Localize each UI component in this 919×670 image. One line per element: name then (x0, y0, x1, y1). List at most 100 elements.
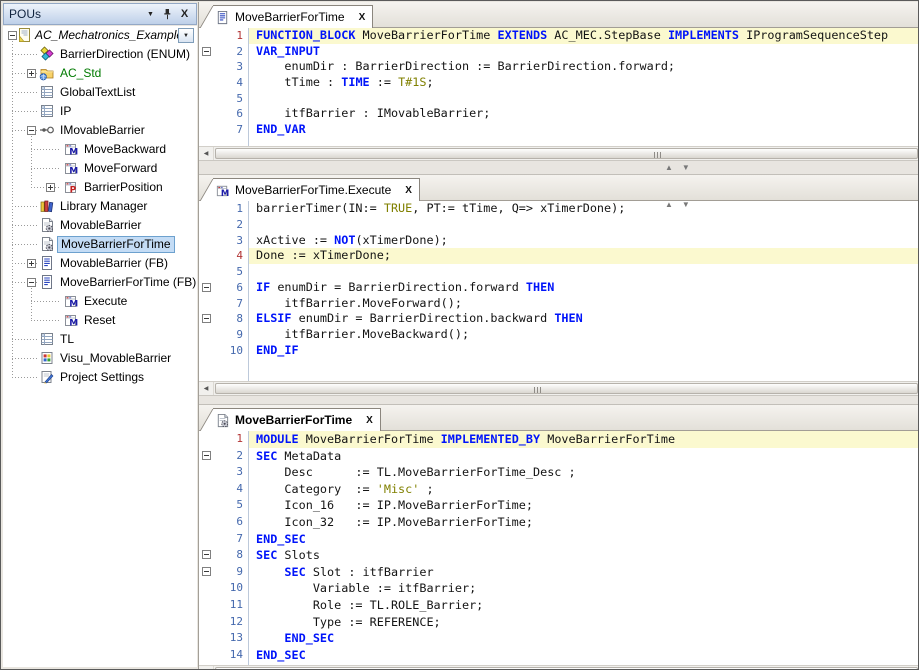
fold-collapse-icon[interactable] (202, 283, 211, 292)
tree-item-globaltextlist[interactable]: GlobalTextList (3, 83, 197, 102)
split-view-arrows[interactable]: ▲▼ (665, 200, 699, 209)
code-text[interactable]: END_IF (249, 343, 919, 359)
tree-item-label[interactable]: AC_Mechatronics_Example (32, 27, 186, 43)
code-text[interactable]: Done := xTimerDone; (249, 248, 919, 264)
tree-item-label[interactable]: MoveBarrierForTime (57, 236, 175, 253)
tree-item-label[interactable]: IMovableBarrier (57, 122, 148, 138)
tree-item-ac-mechatronics-example[interactable]: AC_Mechatronics_Example▼ (3, 26, 197, 45)
pane-splitter[interactable] (199, 395, 919, 405)
tree-item-reset[interactable]: MReset (3, 311, 197, 330)
tree-item-label[interactable]: Project Settings (57, 369, 147, 385)
code-text[interactable]: SEC MetaData (249, 448, 919, 465)
tab-close-icon[interactable]: X (359, 12, 366, 23)
code-text[interactable]: SEC Slots (249, 547, 919, 564)
code-text[interactable]: tTime : TIME := T#1S; (249, 75, 919, 91)
panel-menu-icon[interactable]: ▼ (142, 6, 159, 22)
tree-item-label[interactable]: MoveForward (81, 160, 160, 176)
code-text[interactable]: Role := TL.ROLE_Barrier; (249, 597, 919, 614)
code-editor-module[interactable]: 1MODULE MoveBarrierForTime IMPLEMENTED_B… (199, 431, 919, 665)
code-text[interactable] (249, 217, 919, 233)
horizontal-scrollbar[interactable]: ◀ (199, 146, 919, 160)
code-text[interactable]: xActive := NOT(xTimerDone); (249, 233, 919, 249)
code-text[interactable]: itfBarrier.MoveForward(); (249, 296, 919, 312)
scroll-left-icon[interactable]: ◀ (199, 666, 214, 670)
code-text[interactable]: Icon_16 := IP.MoveBarrierForTime; (249, 497, 919, 514)
code-text[interactable]: VAR_INPUT (249, 44, 919, 60)
tree-item-imovablebarrier[interactable]: IMovableBarrier (3, 121, 197, 140)
code-text[interactable]: END_VAR (249, 122, 919, 138)
code-text[interactable]: ELSIF enumDir = BarrierDirection.backwar… (249, 311, 919, 327)
code-text[interactable]: itfBarrier : IMovableBarrier; (249, 106, 919, 122)
code-text[interactable]: FUNCTION_BLOCK MoveBarrierForTime EXTEND… (249, 28, 919, 44)
tree-item-label[interactable]: Execute (81, 293, 130, 309)
code-text[interactable]: Type := REFERENCE; (249, 614, 919, 631)
tree-item-movebackward[interactable]: MMoveBackward (3, 140, 197, 159)
tree-item-movebarrierfortime-fb[interactable]: MoveBarrierForTime (FB) (3, 273, 197, 292)
tree-item-movablebarrier[interactable]: MovableBarrier (3, 216, 197, 235)
code-text[interactable]: IF enumDir = BarrierDirection.forward TH… (249, 280, 919, 296)
tree-item-moveforward[interactable]: MMoveForward (3, 159, 197, 178)
splitter-arrows[interactable]: ▲▼ (665, 163, 699, 172)
tab-movebarrierfortime[interactable]: MoveBarrierForTimeX (213, 5, 373, 28)
tree-item-label[interactable]: MovableBarrier (57, 217, 144, 233)
tab-movebarrierfortime-module[interactable]: MoveBarrierForTimeX (213, 408, 381, 431)
expand-icon[interactable] (46, 183, 55, 192)
collapse-icon[interactable] (27, 126, 36, 135)
expand-icon[interactable] (27, 259, 36, 268)
tree-item-project-settings[interactable]: Project Settings (3, 368, 197, 387)
tree-item-label[interactable]: MovableBarrier (FB) (57, 255, 171, 271)
code-editor-execute[interactable]: 1barrierTimer(IN:= TRUE, PT:= tTime, Q=>… (199, 201, 919, 381)
code-text[interactable]: END_SEC (249, 630, 919, 647)
tree-item-label[interactable]: MoveBackward (81, 141, 169, 157)
tree-item-label[interactable]: BarrierPosition (81, 179, 166, 195)
pin-icon[interactable] (159, 6, 176, 22)
tab-close-icon[interactable]: X (366, 415, 373, 426)
fold-collapse-icon[interactable] (202, 567, 211, 576)
tree-item-label[interactable]: Library Manager (57, 198, 150, 214)
tree-item-barrierposition[interactable]: PBarrierPosition (3, 178, 197, 197)
code-text[interactable]: barrierTimer(IN:= TRUE, PT:= tTime, Q=> … (249, 201, 919, 217)
tree-item-label[interactable]: Visu_MovableBarrier (57, 350, 174, 366)
tree-item-label[interactable]: GlobalTextList (57, 84, 138, 100)
scroll-left-icon[interactable]: ◀ (199, 382, 214, 395)
tree-item-visu-movablebarrier[interactable]: Visu_MovableBarrier (3, 349, 197, 368)
horizontal-scrollbar[interactable]: ◀ (199, 381, 919, 395)
tree-item-label[interactable]: AC_Std (57, 65, 104, 81)
tree-item-execute[interactable]: MExecute (3, 292, 197, 311)
close-icon[interactable]: X (176, 6, 193, 22)
tree-item-label[interactable]: IP (57, 103, 74, 119)
scroll-left-icon[interactable]: ◀ (199, 147, 214, 160)
tree-item-movebarrierfortime[interactable]: MoveBarrierForTime (3, 235, 197, 254)
code-text[interactable]: Variable := itfBarrier; (249, 580, 919, 597)
tree-item-library-manager[interactable]: Library Manager (3, 197, 197, 216)
tree-item-ac-std[interactable]: AC_Std (3, 64, 197, 83)
code-text[interactable]: Category := 'Misc' ; (249, 481, 919, 498)
scrollbar-grip[interactable] (534, 387, 542, 393)
code-text[interactable]: END_SEC (249, 647, 919, 664)
item-dropdown-button[interactable]: ▼ (178, 28, 194, 43)
tree-item-label[interactable]: BarrierDirection (ENUM) (57, 46, 193, 62)
code-text[interactable]: Desc := TL.MoveBarrierForTime_Desc ; (249, 464, 919, 481)
tree-item-barrierdirection-enum[interactable]: BarrierDirection (ENUM) (3, 45, 197, 64)
scrollbar-grip[interactable] (654, 152, 662, 158)
tab-movebarrierfortime-execute[interactable]: MMoveBarrierForTime.ExecuteX (213, 178, 420, 201)
scrollbar-thumb[interactable] (215, 148, 918, 159)
fold-collapse-icon[interactable] (202, 314, 211, 323)
fold-collapse-icon[interactable] (202, 451, 211, 460)
scrollbar-thumb[interactable] (215, 383, 918, 394)
tree-item-movablebarrier-fb[interactable]: MovableBarrier (FB) (3, 254, 197, 273)
collapse-icon[interactable] (27, 278, 36, 287)
code-text[interactable]: enumDir : BarrierDirection := BarrierDir… (249, 59, 919, 75)
expand-icon[interactable] (27, 69, 36, 78)
tree-item-ip[interactable]: IP (3, 102, 197, 121)
fold-collapse-icon[interactable] (202, 47, 211, 56)
code-text[interactable]: Icon_32 := IP.MoveBarrierForTime; (249, 514, 919, 531)
code-text[interactable]: itfBarrier.MoveBackward(); (249, 327, 919, 343)
code-text[interactable] (249, 264, 919, 280)
pane-splitter[interactable]: ▲▼ (199, 160, 919, 175)
tree-item-label[interactable]: MoveBarrierForTime (FB) (57, 274, 197, 290)
tree-item-tl[interactable]: TL (3, 330, 197, 349)
code-text[interactable] (249, 91, 919, 107)
code-text[interactable]: END_SEC (249, 531, 919, 548)
tree-item-label[interactable]: TL (57, 331, 77, 347)
